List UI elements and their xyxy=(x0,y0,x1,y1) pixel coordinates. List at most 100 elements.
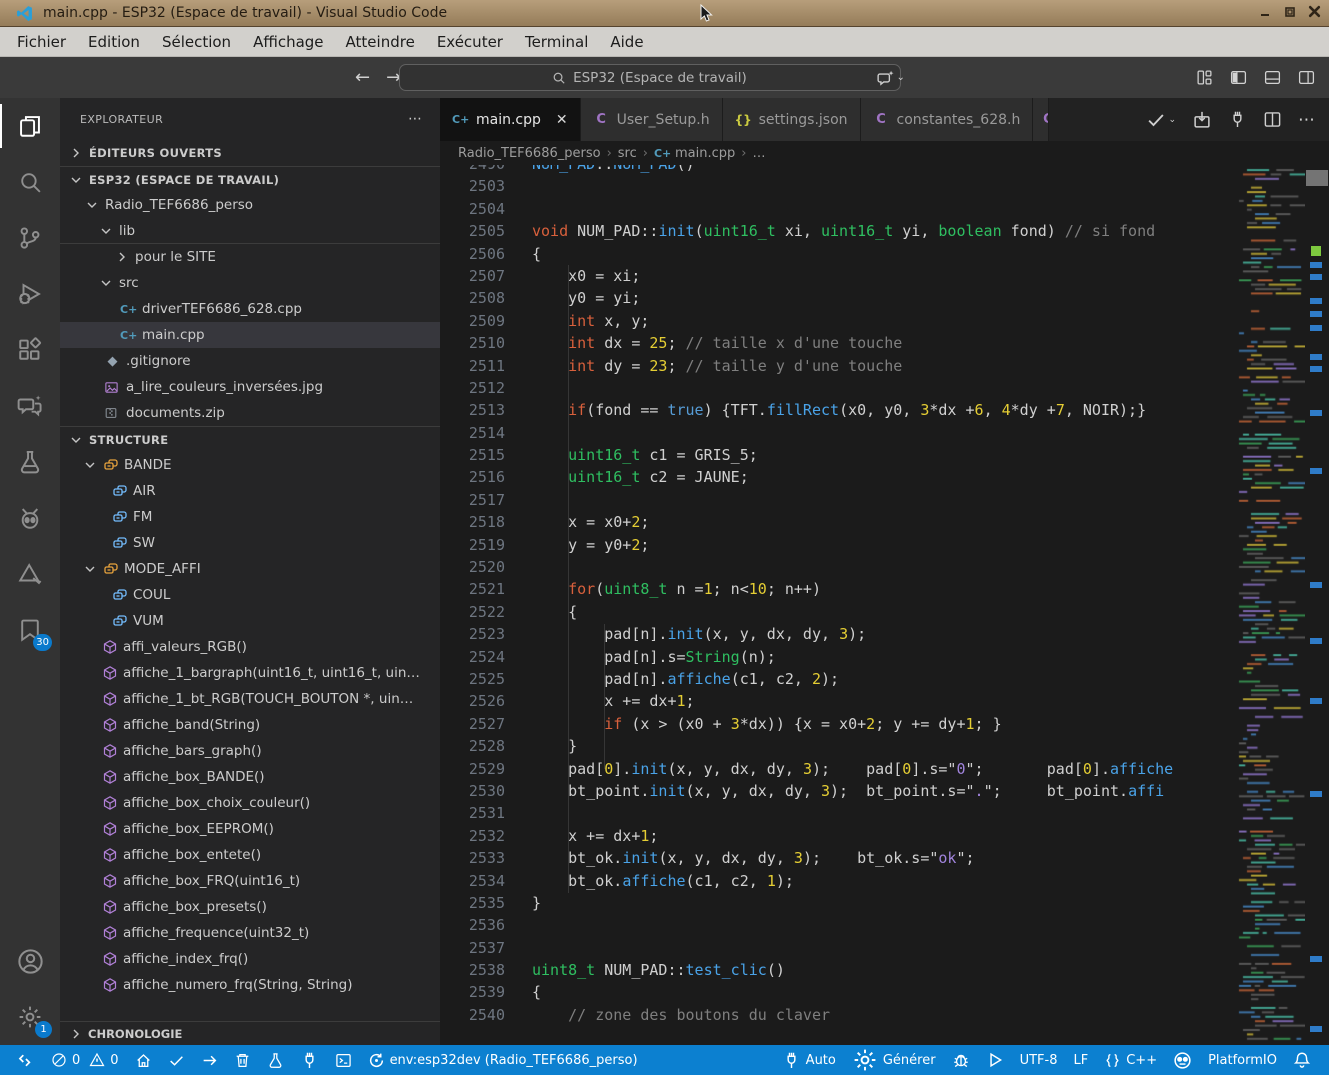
breadcrumb-item[interactable]: src xyxy=(618,146,637,161)
status-language[interactable]: C++ xyxy=(1096,1045,1165,1075)
status-pio-upload[interactable] xyxy=(193,1045,226,1075)
menu-item-fichier[interactable]: Fichier xyxy=(6,30,77,54)
status-problems[interactable]: 00 xyxy=(43,1045,127,1075)
menu-item-aide[interactable]: Aide xyxy=(599,30,654,54)
status-platformio[interactable]: PlatformIO xyxy=(1200,1045,1285,1075)
activitybar-accounts[interactable] xyxy=(0,933,60,989)
menu-item-terminal[interactable]: Terminal xyxy=(514,30,599,54)
minimap[interactable] xyxy=(1237,165,1305,1045)
menu-item-affichage[interactable]: Affichage xyxy=(242,30,334,54)
tree-item-lib[interactable]: lib xyxy=(60,218,440,244)
tree-item-pour-le-site[interactable]: pour le SITE xyxy=(60,244,440,270)
code-editor[interactable]: 2490NUM_PAD::NUM_PAD()250325042505void N… xyxy=(440,165,1329,1045)
scrollbar-thumb[interactable] xyxy=(1306,170,1328,186)
tree-item-drivertef6686-628.cpp[interactable]: C+driverTEF6686_628.cpp xyxy=(60,296,440,322)
activitybar-settings[interactable]: 1 xyxy=(0,989,60,1045)
tree-item-affiche-box-frq-uint16-t-[interactable]: affiche_box_FRQ(uint16_t) xyxy=(60,868,440,894)
tab-User_Setup.h[interactable]: CUser_Setup.h xyxy=(581,98,723,141)
tree-item-affiche-band-string-[interactable]: affiche_band(String) xyxy=(60,712,440,738)
status-notifications[interactable] xyxy=(1285,1045,1319,1075)
tab-partial[interactable]: C xyxy=(1033,98,1049,141)
upload-button[interactable] xyxy=(1192,110,1212,130)
tab-settings.json[interactable]: {}settings.json xyxy=(723,98,861,141)
activitybar-testing[interactable] xyxy=(0,434,60,490)
status-run[interactable] xyxy=(978,1045,1012,1075)
breadcrumb-item[interactable]: … xyxy=(752,146,765,161)
toggle-secondary-sidebar-icon[interactable] xyxy=(1298,69,1315,86)
section-structure[interactable]: STRUCTURE xyxy=(60,426,440,452)
tree-item-radio-tef6686-perso[interactable]: Radio_TEF6686_perso xyxy=(60,192,440,218)
status-pio-home[interactable] xyxy=(127,1045,160,1075)
activitybar-source-control[interactable] xyxy=(0,210,60,266)
status-encoding[interactable]: UTF-8 xyxy=(1012,1045,1066,1075)
toggle-primary-sidebar-icon[interactable] xyxy=(1230,69,1247,86)
tree-item-coul[interactable]: COUL xyxy=(60,582,440,608)
tree-item-bande[interactable]: BANDE xyxy=(60,452,440,478)
tree-item-affi-valeurs-rgb-[interactable]: affi_valeurs_RGB() xyxy=(60,634,440,660)
tree-item-mode-affi[interactable]: MODE_AFFI xyxy=(60,556,440,582)
status-eol[interactable]: LF xyxy=(1065,1045,1096,1075)
menu-item-exécuter[interactable]: Exécuter xyxy=(426,30,514,54)
maximize-button[interactable] xyxy=(1281,3,1298,20)
tree-item-sw[interactable]: SW xyxy=(60,530,440,556)
tree-item-.gitignore[interactable]: ◆.gitignore xyxy=(60,348,440,374)
build-check-button[interactable]: ⌄ xyxy=(1146,110,1176,130)
overview-ruler[interactable] xyxy=(1305,165,1329,1045)
minimize-button[interactable] xyxy=(1256,3,1273,20)
tree-item-vum[interactable]: VUM xyxy=(60,608,440,634)
activitybar-search[interactable] xyxy=(0,154,60,210)
status-pio-env[interactable]: env:esp32dev (Radio_TEF6686_perso) xyxy=(360,1045,646,1075)
tree-item-affiche-numero-frq-string-string-[interactable]: affiche_numero_frq(String, String) xyxy=(60,972,440,998)
status-pio-test[interactable] xyxy=(259,1045,292,1075)
more-actions-icon[interactable]: ⋯ xyxy=(408,111,424,127)
status-pio-face[interactable] xyxy=(1165,1045,1200,1075)
tree-item-src[interactable]: src xyxy=(60,270,440,296)
tree-item-air[interactable]: AIR xyxy=(60,478,440,504)
activitybar-explorer[interactable] xyxy=(0,98,60,154)
tree-item-main.cpp[interactable]: C+main.cpp xyxy=(60,322,440,348)
tree-item-affiche-box-entete-[interactable]: affiche_box_entete() xyxy=(60,842,440,868)
activitybar-project-tasks[interactable] xyxy=(0,546,60,602)
serial-monitor-button[interactable] xyxy=(1228,110,1247,129)
customize-layout-icon[interactable] xyxy=(1196,69,1213,86)
copilot-button[interactable]: ⌄ xyxy=(877,69,905,87)
navigate-back-button[interactable]: ← xyxy=(355,67,370,88)
status-pio-build[interactable] xyxy=(160,1045,193,1075)
section-esp32-espace-de-travail-[interactable]: ESP32 (ESPACE DE TRAVAIL) xyxy=(60,166,440,192)
status-remote[interactable] xyxy=(10,1045,43,1075)
activitybar-run-debug[interactable] xyxy=(0,266,60,322)
status-generate[interactable]: Générer xyxy=(844,1045,944,1075)
menu-item-edition[interactable]: Edition xyxy=(77,30,151,54)
menu-item-sélection[interactable]: Sélection xyxy=(151,30,242,54)
activitybar-chat[interactable] xyxy=(0,378,60,434)
tree-item-affiche-1-bt-rgb-touch-bouton-uin-[interactable]: affiche_1_bt_RGB(TOUCH_BOUTON *, uin… xyxy=(60,686,440,712)
activitybar-bookmarks[interactable]: 30 xyxy=(0,602,60,658)
status-pio-terminal[interactable] xyxy=(327,1045,360,1075)
tree-item-a-lire-couleurs-invers-es.jpg[interactable]: a_lire_couleurs_inversées.jpg xyxy=(60,374,440,400)
split-editor-button[interactable] xyxy=(1263,110,1282,129)
tree-item-affiche-bars-graph-[interactable]: affiche_bars_graph() xyxy=(60,738,440,764)
tree-item-affiche-box-choix-couleur-[interactable]: affiche_box_choix_couleur() xyxy=(60,790,440,816)
tab-main.cpp[interactable]: C+main.cpp✕ xyxy=(440,98,581,141)
close-icon[interactable]: ✕ xyxy=(556,112,568,128)
tree-item-affiche-box-presets-[interactable]: affiche_box_presets() xyxy=(60,894,440,920)
activitybar-extensions[interactable] xyxy=(0,322,60,378)
status-pio-clean[interactable] xyxy=(226,1045,259,1075)
status-pio-monitor[interactable] xyxy=(292,1045,327,1075)
tree-item-affiche-frequence-uint32-t-[interactable]: affiche_frequence(uint32_t) xyxy=(60,920,440,946)
toggle-panel-icon[interactable] xyxy=(1264,69,1281,86)
tree-item-affiche-box-eeprom-[interactable]: affiche_box_EEPROM() xyxy=(60,816,440,842)
breadcrumb-item[interactable]: Radio_TEF6686_perso xyxy=(458,146,601,161)
tab-constantes_628.h[interactable]: Cconstantes_628.h xyxy=(861,98,1034,141)
timeline-section[interactable]: CHRONOLOGIE xyxy=(60,1021,440,1045)
activitybar-platformio[interactable] xyxy=(0,490,60,546)
tree-item-affiche-1-bargraph-uint16-t-uint16-t-uin-[interactable]: affiche_1_bargraph(uint16_t, uint16_t, u… xyxy=(60,660,440,686)
breadcrumb-item[interactable]: C+main.cpp xyxy=(654,146,735,161)
status-debug[interactable] xyxy=(944,1045,978,1075)
tree-item-affiche-box-bande-[interactable]: affiche_box_BANDE() xyxy=(60,764,440,790)
tree-item-documents.zip[interactable]: documents.zip xyxy=(60,400,440,426)
section--diteurs-ouverts[interactable]: ÉDITEURS OUVERTS xyxy=(60,140,440,166)
more-actions-button[interactable]: ⋯ xyxy=(1298,110,1315,130)
command-center-search[interactable]: ESP32 (Espace de travail) xyxy=(398,64,900,91)
status-port-auto[interactable]: Auto xyxy=(774,1045,844,1075)
